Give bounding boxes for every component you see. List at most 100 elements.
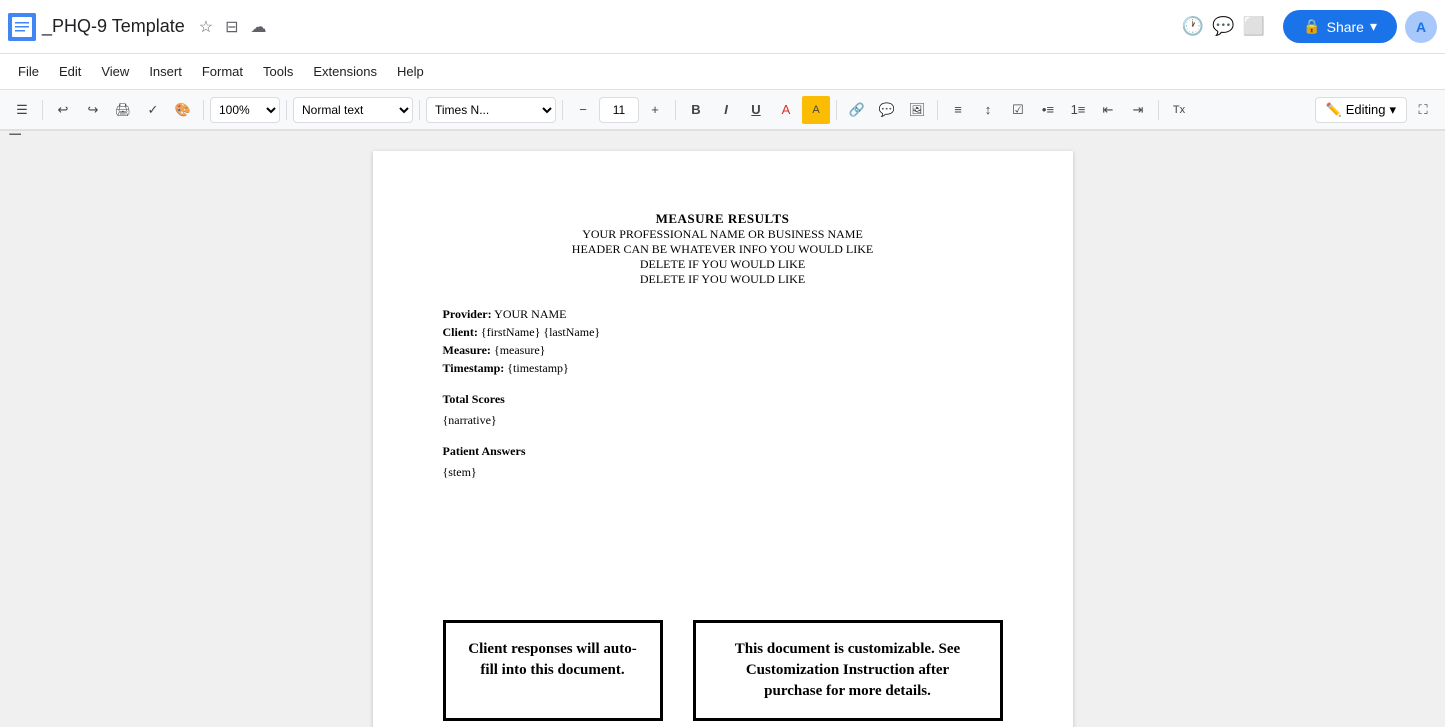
font-size-increase-button[interactable]: + — [641, 96, 669, 124]
move-icon[interactable]: ⊟ — [221, 13, 242, 41]
editing-mode-button[interactable]: ✏️ Editing ▾ — [1315, 97, 1407, 123]
share-button[interactable]: 🔒 Share ▾ — [1283, 10, 1397, 43]
numbered-list-button[interactable]: 1≡ — [1064, 96, 1092, 124]
menu-help[interactable]: Help — [387, 60, 434, 83]
divider-6 — [675, 100, 676, 120]
link-button[interactable]: 🔗 — [843, 96, 871, 124]
timestamp-value: {timestamp} — [507, 361, 569, 375]
timestamp-label: Timestamp: — [443, 361, 505, 375]
cloud-icon[interactable]: ☁ — [246, 13, 270, 41]
total-scores-label: Total Scores — [443, 392, 1003, 407]
star-icon[interactable]: ☆ — [195, 13, 217, 41]
callout-left-text: Client responses will auto-fill into thi… — [466, 639, 640, 681]
divider-7 — [836, 100, 837, 120]
measure-value: {measure} — [494, 343, 546, 357]
provider-label: Provider: — [443, 307, 492, 321]
editing-chevron-icon: ▾ — [1389, 102, 1396, 118]
bold-button[interactable]: B — [682, 96, 710, 124]
title-bar-left: _PHQ-9 Template ☆ ⊟ ☁ — [8, 13, 270, 41]
header-line2: YOUR PROFESSIONAL NAME OR BUSINESS NAME — [443, 227, 1003, 242]
top-right-icons: 🕐 💬 ⬜ — [1182, 16, 1265, 37]
header-line3: HEADER CAN BE WHATEVER INFO YOU WOULD LI… — [443, 242, 1003, 257]
divider-1 — [42, 100, 43, 120]
menu-edit[interactable]: Edit — [49, 60, 91, 83]
avatar[interactable]: A — [1405, 11, 1437, 43]
text-color-button[interactable]: A — [772, 96, 800, 124]
style-select[interactable]: Normal text — [293, 97, 413, 123]
toolbar: ☰ ↩ ↪ 🖨 ✓ 🎨 100% 75% 125% 150% Normal te… — [0, 90, 1445, 130]
paint-format-button[interactable]: 🎨 — [169, 96, 197, 124]
divider-5 — [562, 100, 563, 120]
menus-button[interactable]: ☰ — [8, 96, 36, 124]
header-line5: DELETE IF YOU WOULD LIKE — [443, 272, 1003, 287]
comment-button[interactable]: 💬 — [873, 96, 901, 124]
title-bar: _PHQ-9 Template ☆ ⊟ ☁ 🕐 💬 ⬜ 🔒 Share ▾ A — [0, 0, 1445, 54]
underline-button[interactable]: U — [742, 96, 770, 124]
menu-extensions[interactable]: Extensions — [303, 60, 387, 83]
redo-button[interactable]: ↪ — [79, 96, 107, 124]
narrative-value: {narrative} — [443, 413, 1003, 428]
lock-icon: 🔒 — [1303, 18, 1320, 35]
italic-button[interactable]: I — [712, 96, 740, 124]
callout-box-right: This document is customizable. See Custo… — [693, 620, 1003, 721]
callout-box-left: Client responses will auto-fill into thi… — [443, 620, 663, 721]
doc-header: MEASURE RESULTS YOUR PROFESSIONAL NAME O… — [443, 211, 1003, 287]
pencil-icon: ✏️ — [1326, 102, 1342, 118]
ruler: ☰ — [0, 130, 1445, 131]
align-button[interactable]: ≡ — [944, 96, 972, 124]
client-value: {firstName} {lastName} — [481, 325, 600, 339]
image-button[interactable]: 🖼 — [903, 96, 931, 124]
title-bar-right: 🕐 💬 ⬜ 🔒 Share ▾ A — [1182, 10, 1437, 43]
menu-insert[interactable]: Insert — [139, 60, 192, 83]
doc-title: _PHQ-9 Template — [42, 16, 185, 37]
share-label: Share — [1327, 19, 1364, 35]
share-chevron-icon: ▾ — [1370, 18, 1377, 35]
undo-button[interactable]: ↩ — [49, 96, 77, 124]
stem-value: {stem} — [443, 465, 1003, 480]
callout-right-text: This document is customizable. See Custo… — [716, 639, 980, 702]
client-label: Client: — [443, 325, 478, 339]
spellcheck-button[interactable]: ✓ — [139, 96, 167, 124]
line-spacing-button[interactable]: ↕ — [974, 96, 1002, 124]
app-icon — [8, 13, 36, 41]
measure-label: Measure: — [443, 343, 491, 357]
menu-bar: File Edit View Insert Format Tools Exten… — [0, 54, 1445, 90]
provider-field: Provider: YOUR NAME — [443, 307, 1003, 322]
measure-field: Measure: {measure} — [443, 343, 1003, 358]
menu-format[interactable]: Format — [192, 60, 253, 83]
increase-indent-button[interactable]: ⇥ — [1124, 96, 1152, 124]
divider-2 — [203, 100, 204, 120]
divider-3 — [286, 100, 287, 120]
patient-answers-label: Patient Answers — [443, 444, 1003, 459]
bullet-list-button[interactable]: •≡ — [1034, 96, 1062, 124]
divider-4 — [419, 100, 420, 120]
client-field: Client: {firstName} {lastName} — [443, 325, 1003, 340]
clear-formatting-button[interactable]: Tx — [1165, 96, 1193, 124]
print-button[interactable]: 🖨 — [109, 96, 137, 124]
title-icons: ☆ ⊟ ☁ — [195, 13, 271, 41]
divider-8 — [937, 100, 938, 120]
meet-icon[interactable]: ⬜ — [1243, 16, 1265, 37]
expand-button[interactable]: ⛶ — [1409, 96, 1437, 124]
menu-view[interactable]: View — [91, 60, 139, 83]
zoom-select[interactable]: 100% 75% 125% 150% — [210, 97, 280, 123]
decrease-indent-button[interactable]: ⇤ — [1094, 96, 1122, 124]
document-page: MEASURE RESULTS YOUR PROFESSIONAL NAME O… — [373, 151, 1073, 727]
timestamp-field: Timestamp: {timestamp} — [443, 361, 1003, 376]
editing-label: Editing — [1346, 102, 1386, 117]
highlight-button[interactable]: A — [802, 96, 830, 124]
font-size-decrease-button[interactable]: − — [569, 96, 597, 124]
font-size-input[interactable] — [599, 97, 639, 123]
header-line4: DELETE IF YOU WOULD LIKE — [443, 257, 1003, 272]
header-title: MEASURE RESULTS — [443, 211, 1003, 227]
chat-icon[interactable]: 💬 — [1212, 16, 1234, 37]
sidebar-toggle[interactable]: ☰ — [8, 130, 22, 140]
font-select[interactable]: Times N... Arial Georgia — [426, 97, 556, 123]
checklist-button[interactable]: ☑ — [1004, 96, 1032, 124]
provider-value: YOUR NAME — [494, 307, 566, 321]
menu-tools[interactable]: Tools — [253, 60, 303, 83]
divider-9 — [1158, 100, 1159, 120]
history-icon[interactable]: 🕐 — [1182, 16, 1204, 37]
menu-file[interactable]: File — [8, 60, 49, 83]
doc-area: ☰ MEASURE RESULTS YOUR PROFESSIONAL NAME… — [0, 130, 1445, 727]
